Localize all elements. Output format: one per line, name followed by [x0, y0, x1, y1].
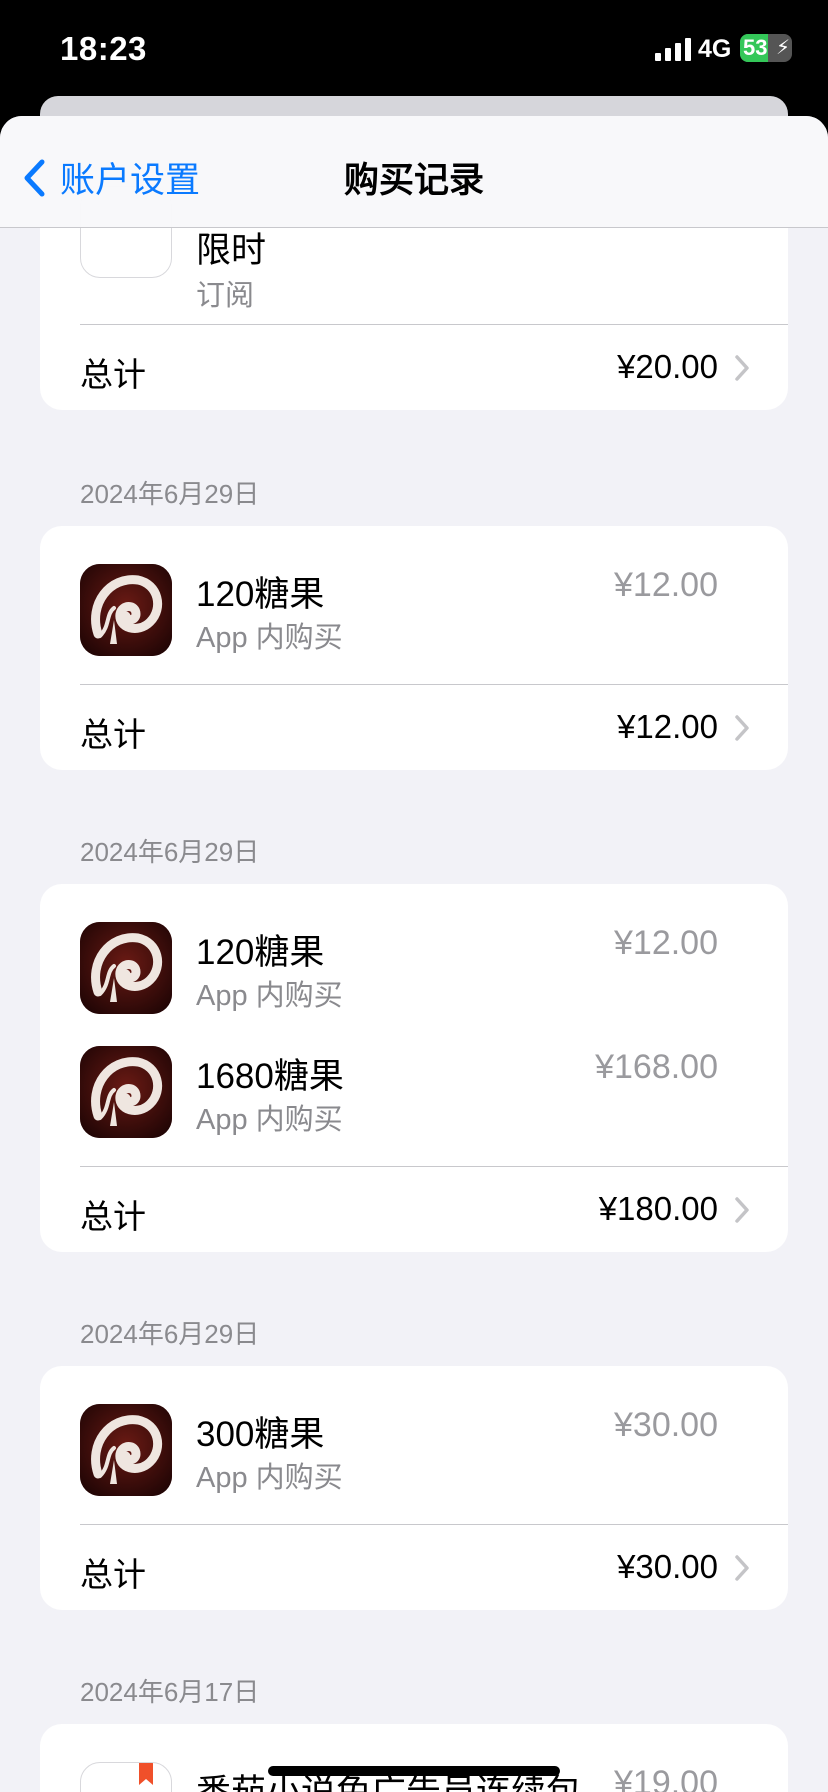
item-type: 订阅: [196, 280, 255, 312]
spiral-game-icon: [80, 564, 172, 656]
total-label: 总计: [80, 1556, 146, 1593]
purchase-card[interactable]: 番茄小说免广告员连续包 ¥19.00: [40, 1724, 788, 1792]
total-row[interactable]: 总计 ¥12.00: [40, 684, 788, 770]
item-price: ¥19.00: [614, 1764, 718, 1792]
item-type: App 内购买: [196, 1462, 343, 1494]
total-label: 总计: [80, 356, 146, 393]
item-price: ¥168.00: [595, 1048, 718, 1086]
item-name: 限时: [196, 231, 267, 270]
chevron-right-icon: [735, 1555, 749, 1581]
spiral-game-icon: [80, 1046, 172, 1138]
item-type: App 内购买: [196, 980, 343, 1012]
total-row[interactable]: 总计 ¥30.00: [40, 1524, 788, 1610]
total-label: 总计: [80, 716, 146, 753]
purchase-item[interactable]: 120糖果 App 内购买 ¥12.00: [40, 914, 788, 1014]
item-price: ¥30.00: [614, 1406, 718, 1444]
group-date: 2024年6月29日: [80, 837, 260, 867]
total-value: ¥180.00: [598, 1190, 718, 1227]
chevron-right-icon: [735, 715, 749, 741]
home-indicator: [268, 1766, 560, 1776]
purchase-item[interactable]: 300糖果 App 内购买 ¥30.00: [40, 1396, 788, 1496]
group-date: 2024年6月17日: [80, 1677, 260, 1707]
battery-icon: 53 ⚡: [740, 34, 792, 62]
cellular-signal-icon: [655, 38, 691, 61]
item-price: ¥12.00: [614, 924, 718, 962]
network-type: 4G: [698, 35, 732, 63]
item-name: 1680糖果: [196, 1057, 344, 1096]
group-date: 2024年6月29日: [80, 1319, 260, 1349]
group-date: 2024年6月29日: [80, 479, 260, 509]
item-name: 300糖果: [196, 1415, 325, 1454]
novel-app-icon: [80, 1762, 172, 1792]
page-title: 购买记录: [343, 161, 484, 200]
purchase-card[interactable]: 120糖果 App 内购买 ¥12.00 总计 ¥12.00: [40, 526, 788, 770]
total-row[interactable]: 总计 ¥20.00: [40, 324, 788, 410]
navigation-bar: 账户设置 购买记录: [0, 116, 828, 228]
status-bar: 18:23 4G 53 ⚡: [0, 0, 828, 100]
purchase-card[interactable]: 300糖果 App 内购买 ¥30.00 总计 ¥30.00: [40, 1366, 788, 1610]
purchase-card[interactable]: 120糖果 App 内购买 ¥12.00 1680糖果 App 内购买 ¥168…: [40, 884, 788, 1252]
spiral-game-icon: [80, 922, 172, 1014]
battery-percent: 53: [743, 35, 768, 60]
total-value: ¥30.00: [617, 1548, 718, 1585]
chevron-right-icon: [735, 1197, 749, 1223]
charging-bolt-icon: ⚡: [775, 37, 790, 59]
total-value: ¥12.00: [617, 708, 718, 745]
item-type: App 内购买: [196, 1104, 343, 1136]
item-type: App 内购买: [196, 622, 343, 654]
total-value: ¥20.00: [617, 348, 718, 385]
spiral-game-icon: [80, 1404, 172, 1496]
status-time: 18:23: [60, 30, 147, 67]
purchase-item[interactable]: 1680糖果 App 内购买 ¥168.00: [40, 1038, 788, 1138]
chevron-right-icon: [735, 355, 749, 381]
item-name: 120糖果: [196, 575, 325, 614]
item-price: ¥12.00: [614, 566, 718, 604]
total-label: 总计: [80, 1198, 146, 1235]
total-row[interactable]: 总计 ¥180.00: [40, 1166, 788, 1252]
purchase-history-sheet: 账户设置 购买记录 限时 订阅 总计 ¥20.00 2024年6月29日 120…: [0, 116, 828, 1792]
purchase-item[interactable]: 120糖果 App 内购买 ¥12.00: [40, 556, 788, 656]
item-name: 120糖果: [196, 933, 325, 972]
